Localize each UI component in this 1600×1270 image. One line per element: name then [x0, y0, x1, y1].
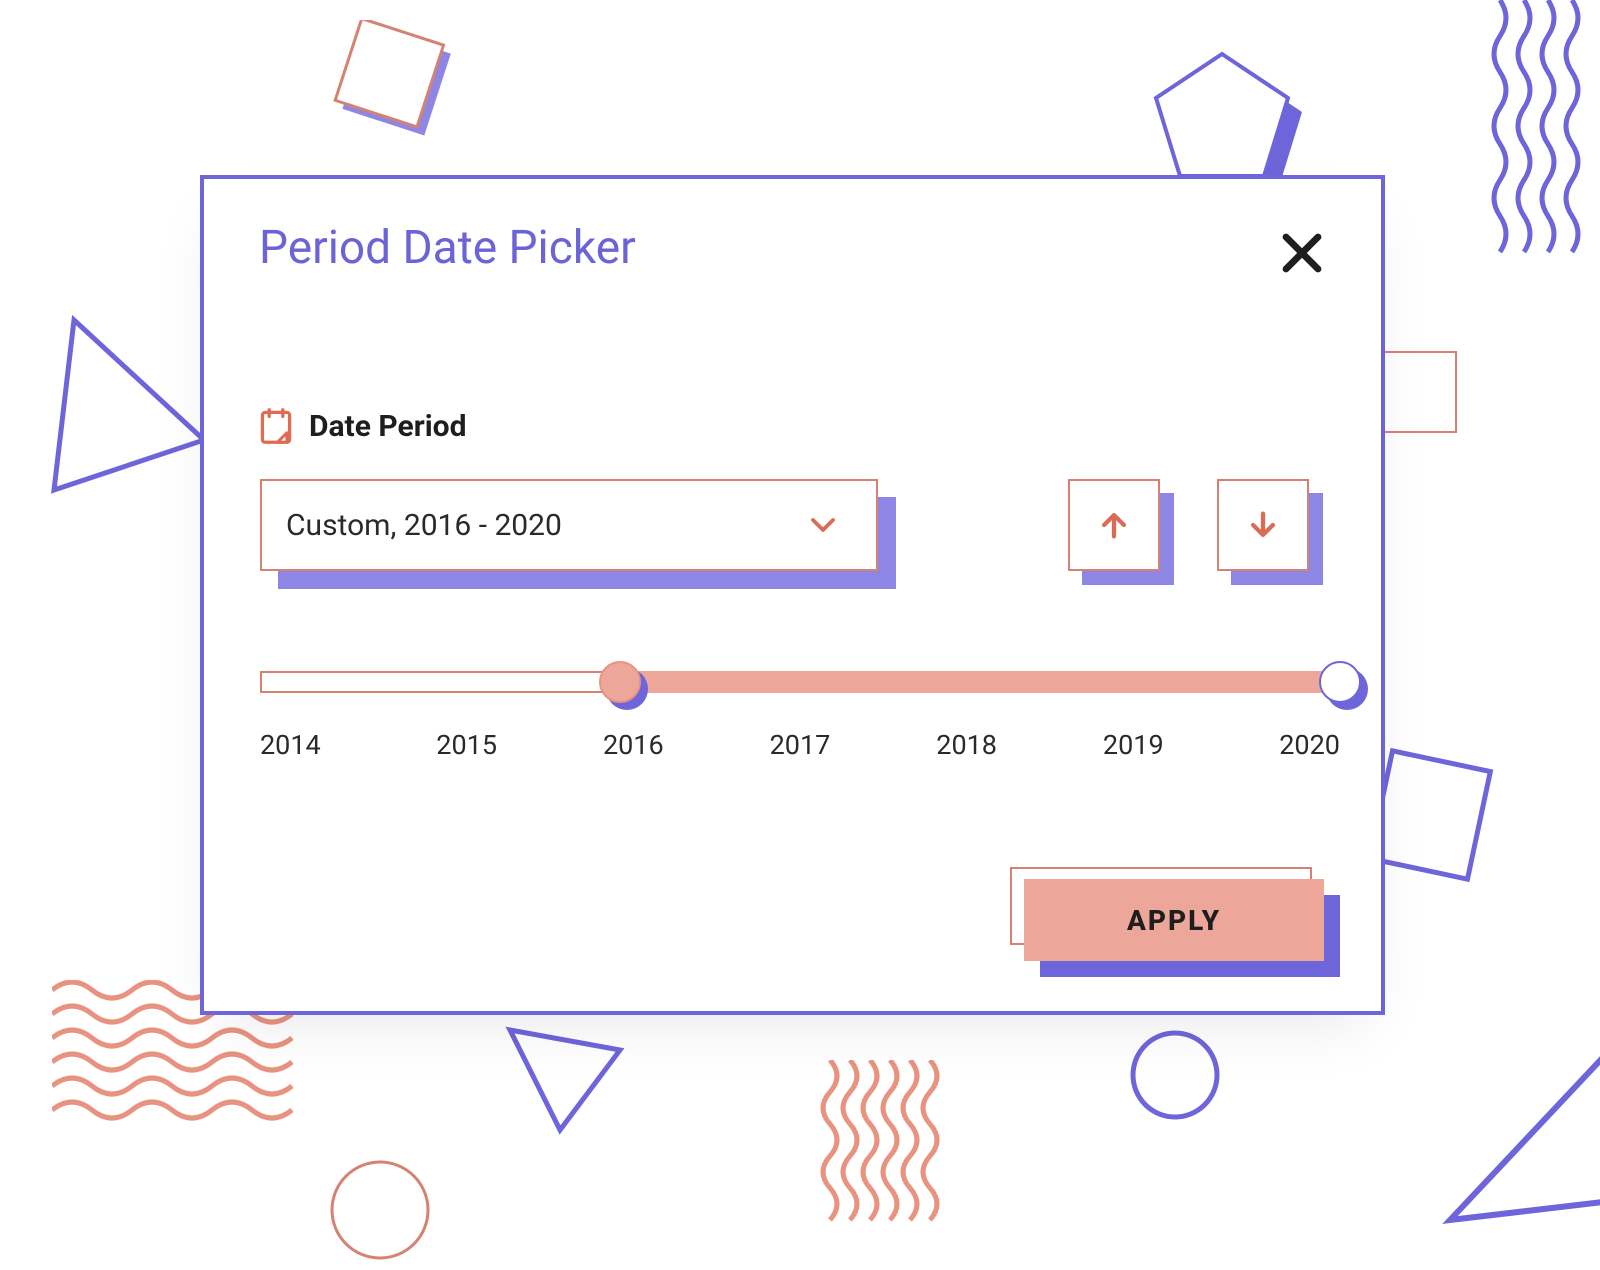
- close-icon: [1278, 229, 1326, 277]
- period-dropdown-value: Custom, 2016 - 2020: [286, 508, 562, 543]
- slider-tick: 2019: [1093, 729, 1173, 761]
- decrement-button[interactable]: [1217, 479, 1309, 571]
- slider-tick: 2014: [260, 729, 340, 761]
- slider-tick: 2018: [927, 729, 1007, 761]
- arrow-down-icon: [1246, 508, 1280, 542]
- section-label: Date Period: [259, 407, 466, 445]
- increment-button[interactable]: [1068, 479, 1160, 571]
- section-label-text: Date Period: [309, 409, 466, 444]
- slider-tick: 2015: [427, 729, 507, 761]
- slider-handle-end[interactable]: [1319, 661, 1361, 703]
- chevron-down-icon: [808, 510, 838, 540]
- slider-handle-start[interactable]: [599, 661, 641, 703]
- slider-tick: 2017: [760, 729, 840, 761]
- dialog-title: Period Date Picker: [259, 221, 636, 275]
- date-picker-dialog: Period Date Picker Date Period Custom, 2…: [200, 175, 1385, 1015]
- slider-tick: 2020: [1260, 729, 1340, 761]
- close-button[interactable]: [1278, 229, 1326, 277]
- year-range-slider[interactable]: 2014201520162017201820192020: [260, 659, 1340, 707]
- slider-tick: 2016: [593, 729, 673, 761]
- apply-button-label: APPLY: [1024, 879, 1324, 961]
- apply-button[interactable]: APPLY: [1024, 879, 1324, 961]
- calendar-icon: [259, 407, 293, 445]
- arrow-up-icon: [1097, 508, 1131, 542]
- period-dropdown[interactable]: Custom, 2016 - 2020: [260, 479, 878, 571]
- slider-ticks: 2014 2015 2016 2017 2018 2019 2020: [260, 729, 1340, 761]
